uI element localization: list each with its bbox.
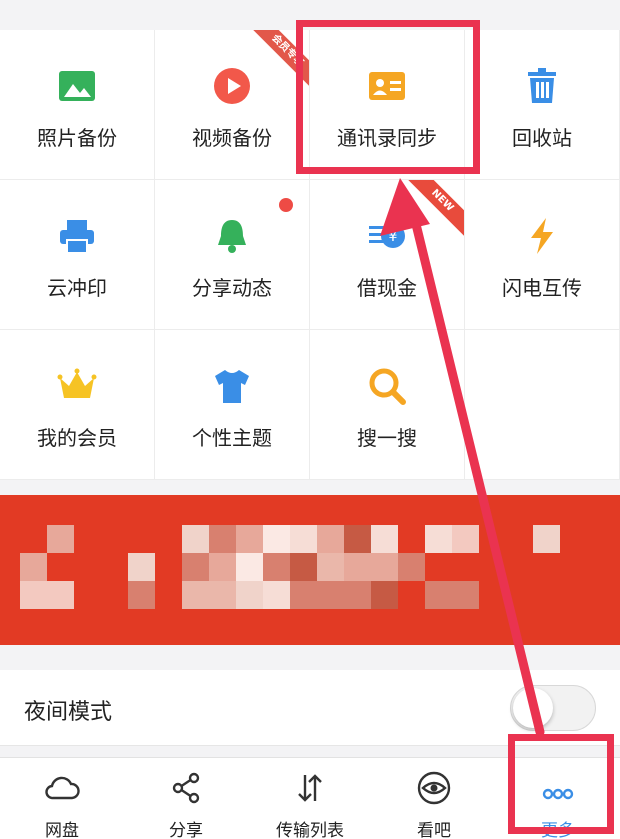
notification-dot bbox=[279, 198, 293, 212]
banner-pixel bbox=[398, 553, 425, 581]
banner-pixel bbox=[371, 525, 398, 553]
grid-item-my-membership[interactable]: 我的会员 bbox=[0, 330, 155, 480]
banner-pixel bbox=[317, 581, 344, 609]
printer-icon bbox=[60, 220, 94, 254]
grid-item-flash-transfer[interactable]: 闪电互传 bbox=[465, 180, 620, 330]
crown-icon bbox=[57, 368, 97, 398]
tab-label: 分享 bbox=[169, 821, 203, 839]
banner-pixel bbox=[344, 553, 371, 581]
night-mode-toggle[interactable] bbox=[510, 685, 596, 731]
grid-item-label: 回收站 bbox=[512, 126, 572, 150]
grid-empty-cell bbox=[465, 330, 620, 480]
highlight-more-tab bbox=[508, 734, 614, 834]
banner-pixel bbox=[209, 581, 236, 609]
banner-pixel bbox=[452, 581, 479, 609]
tab-netdisk[interactable]: 网盘 bbox=[0, 758, 124, 839]
banner-pixel bbox=[425, 525, 452, 553]
tab-transfer-list[interactable]: 传输列表 bbox=[248, 758, 372, 839]
banner-pixel bbox=[47, 581, 74, 609]
banner-pixel bbox=[290, 525, 317, 553]
banner-pixel bbox=[209, 553, 236, 581]
banner-pixel bbox=[20, 581, 47, 609]
banner-pixel bbox=[317, 525, 344, 553]
banner-pixel bbox=[182, 525, 209, 553]
banner-pixel bbox=[182, 553, 209, 581]
grid-item-label: 搜一搜 bbox=[357, 426, 417, 450]
banner-pixel bbox=[236, 553, 263, 581]
banner-pixel bbox=[263, 525, 290, 553]
new-badge: NEW bbox=[401, 180, 464, 242]
grid-item-themes[interactable]: 个性主题 bbox=[155, 330, 310, 480]
banner-pixel bbox=[533, 525, 560, 553]
eye-icon bbox=[417, 771, 451, 805]
lightning-icon bbox=[531, 218, 553, 254]
banner-pixel bbox=[128, 553, 155, 581]
tab-label: 网盘 bbox=[45, 821, 79, 839]
toggle-knob bbox=[513, 688, 553, 728]
banner-pixel bbox=[236, 525, 263, 553]
banner-pixel bbox=[371, 553, 398, 581]
grid-item-recycle-bin[interactable]: 回收站 bbox=[465, 30, 620, 180]
grid-item-label: 借现金 bbox=[357, 276, 417, 300]
svg-text:¥: ¥ bbox=[389, 229, 398, 245]
banner-pixel bbox=[452, 525, 479, 553]
banner-pixel bbox=[290, 553, 317, 581]
promo-banner[interactable] bbox=[0, 495, 620, 645]
banner-pixel bbox=[182, 581, 209, 609]
cloud-icon bbox=[45, 776, 80, 800]
grid-item-search[interactable]: 搜一搜 bbox=[310, 330, 465, 480]
tab-label: 看吧 bbox=[417, 821, 451, 839]
trash-icon bbox=[528, 68, 556, 103]
grid-item-borrow-cash[interactable]: NEW ¥ 借现金 bbox=[310, 180, 465, 330]
banner-pixel bbox=[20, 553, 47, 581]
banner-pixel bbox=[47, 525, 74, 553]
tshirt-icon bbox=[215, 370, 249, 403]
grid-item-label: 个性主题 bbox=[192, 426, 272, 450]
grid-item-label: 云冲印 bbox=[47, 276, 107, 300]
grid-item-label: 分享动态 bbox=[192, 276, 272, 300]
grid-item-label: 照片备份 bbox=[37, 126, 117, 150]
grid-item-photo-backup[interactable]: 照片备份 bbox=[0, 30, 155, 180]
share-icon bbox=[172, 772, 200, 804]
banner-pixel bbox=[290, 581, 317, 609]
banner-pixel bbox=[371, 581, 398, 609]
night-mode-label: 夜间模式 bbox=[24, 700, 113, 725]
grid-item-label: 我的会员 bbox=[37, 426, 117, 450]
tab-label: 传输列表 bbox=[276, 821, 344, 839]
banner-pixel bbox=[344, 525, 371, 553]
transfer-icon bbox=[298, 774, 322, 802]
bell-icon bbox=[218, 220, 246, 253]
banner-pixel bbox=[128, 581, 155, 609]
banner-pixel bbox=[236, 581, 263, 609]
banner-pixel bbox=[209, 525, 236, 553]
search-icon bbox=[369, 368, 406, 405]
banner-pixel bbox=[263, 553, 290, 581]
cash-icon: ¥ bbox=[369, 224, 405, 248]
banner-pixel bbox=[263, 581, 290, 609]
banner-pixel bbox=[344, 581, 371, 609]
grid-item-cloud-print[interactable]: 云冲印 bbox=[0, 180, 155, 330]
tab-watch[interactable]: 看吧 bbox=[372, 758, 496, 839]
banner-pixel bbox=[425, 581, 452, 609]
grid-item-label: 闪电互传 bbox=[502, 276, 582, 300]
grid-item-share-feed[interactable]: 分享动态 bbox=[155, 180, 310, 330]
photo-icon bbox=[59, 71, 95, 101]
highlight-contacts-sync bbox=[296, 20, 480, 174]
banner-pixel bbox=[317, 553, 344, 581]
grid-item-video-backup[interactable]: 会员专享 视频备份 bbox=[155, 30, 310, 180]
grid-item-label: 视频备份 bbox=[192, 126, 272, 150]
tab-share[interactable]: 分享 bbox=[124, 758, 248, 839]
video-play-icon bbox=[214, 68, 250, 104]
